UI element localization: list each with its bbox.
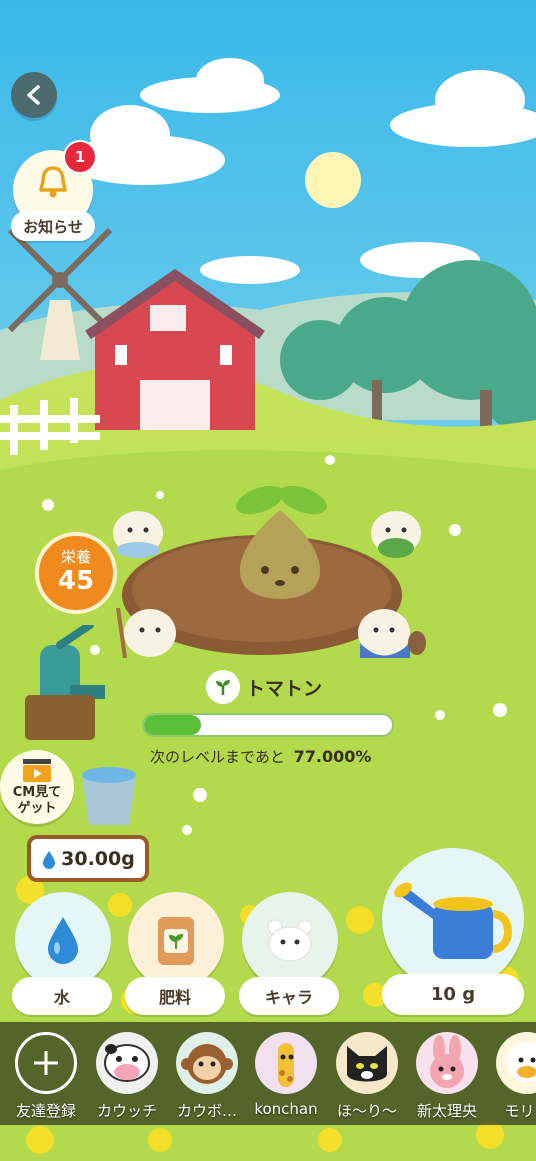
- hamster-character-staff[interactable]: [110, 598, 180, 663]
- nutrition-value: 45: [57, 566, 95, 596]
- friend-item[interactable]: 新太理央: [414, 1032, 480, 1121]
- next-level-label: 次のレベルまであと: [150, 748, 285, 766]
- back-button[interactable]: [11, 72, 57, 118]
- game-scene: 1 お知らせ 栄養 45 トマトン 次のレベルまであと 77.000% CM見て…: [0, 0, 536, 1161]
- watering-can-button[interactable]: [382, 848, 524, 990]
- fertilizer-action-button[interactable]: [128, 892, 224, 988]
- giraffe-avatar: [255, 1032, 317, 1094]
- friend-name: 新太理央: [416, 1102, 477, 1120]
- friend-name: カウボ…: [176, 1102, 237, 1120]
- chevron-left-icon: [27, 85, 40, 105]
- water-drop-icon: [48, 917, 78, 964]
- black-cat-avatar: [336, 1032, 398, 1094]
- friend-item[interactable]: カウッチ: [94, 1032, 160, 1121]
- water-amount-value: 30.00g: [61, 847, 135, 870]
- nutrition-badge: 栄養 45: [35, 532, 117, 614]
- friend-name: 友達登録: [15, 1102, 76, 1120]
- cm-label-line2: ゲット: [17, 801, 57, 816]
- friend-name: konchan: [254, 1100, 318, 1118]
- water-drop-small-icon: [43, 850, 56, 869]
- water-bucket: [82, 767, 136, 825]
- cm-label-line1: CM見て: [12, 785, 62, 800]
- friend-name: カウッチ: [96, 1102, 157, 1120]
- fertilizer-action-label[interactable]: 肥料: [125, 977, 225, 1015]
- duck-avatar: [496, 1032, 536, 1094]
- notice-label: お知らせ: [11, 211, 95, 241]
- watch-cm-button[interactable]: CM見て ゲット: [0, 750, 74, 824]
- nutrition-label: 栄養: [60, 548, 91, 566]
- watering-can-icon: [394, 882, 512, 959]
- hamster-character-blue[interactable]: [108, 500, 168, 560]
- hamster-character-green[interactable]: [366, 500, 426, 560]
- friend-name: モリッ: [504, 1102, 536, 1120]
- water-action-label[interactable]: 水: [12, 977, 112, 1015]
- friend-item[interactable]: カウボ…: [174, 1032, 240, 1121]
- hamster-character-cape[interactable]: [352, 598, 427, 663]
- sprout-icon: [206, 670, 240, 704]
- cow-avatar: [96, 1032, 158, 1094]
- monkey-avatar: [176, 1032, 238, 1094]
- water-action-button[interactable]: [15, 892, 111, 988]
- character-action-label[interactable]: キャラ: [239, 977, 339, 1015]
- next-level-text: 次のレベルまであと 77.000%: [150, 746, 371, 767]
- friend-name: ほ〜り〜: [336, 1102, 397, 1120]
- seed-character[interactable]: [225, 475, 335, 605]
- notification-badge: 1: [63, 140, 97, 174]
- bell-icon: [39, 166, 67, 198]
- friend-item-add[interactable]: 友達登録: [13, 1032, 79, 1121]
- level-progress-bar: [142, 713, 394, 737]
- friend-item[interactable]: モリッ: [494, 1032, 536, 1121]
- plus-icon[interactable]: [15, 1032, 77, 1094]
- hamster-face-icon: [267, 919, 313, 962]
- watering-amount-label[interactable]: 10 g: [382, 974, 524, 1015]
- friend-item[interactable]: konchan: [253, 1032, 319, 1118]
- rabbit-avatar: [416, 1032, 478, 1094]
- level-progress-fill: [144, 715, 202, 735]
- character-action-button[interactable]: [242, 892, 338, 988]
- friend-item[interactable]: ほ〜り〜: [334, 1032, 400, 1121]
- plant-name: トマトン: [246, 678, 323, 700]
- next-level-percent: 77.000%: [293, 747, 372, 766]
- water-amount-display: 30.00g: [27, 835, 149, 882]
- water-pump[interactable]: [15, 625, 105, 745]
- fertilizer-bag-icon: [158, 917, 194, 965]
- video-icon: [23, 759, 51, 782]
